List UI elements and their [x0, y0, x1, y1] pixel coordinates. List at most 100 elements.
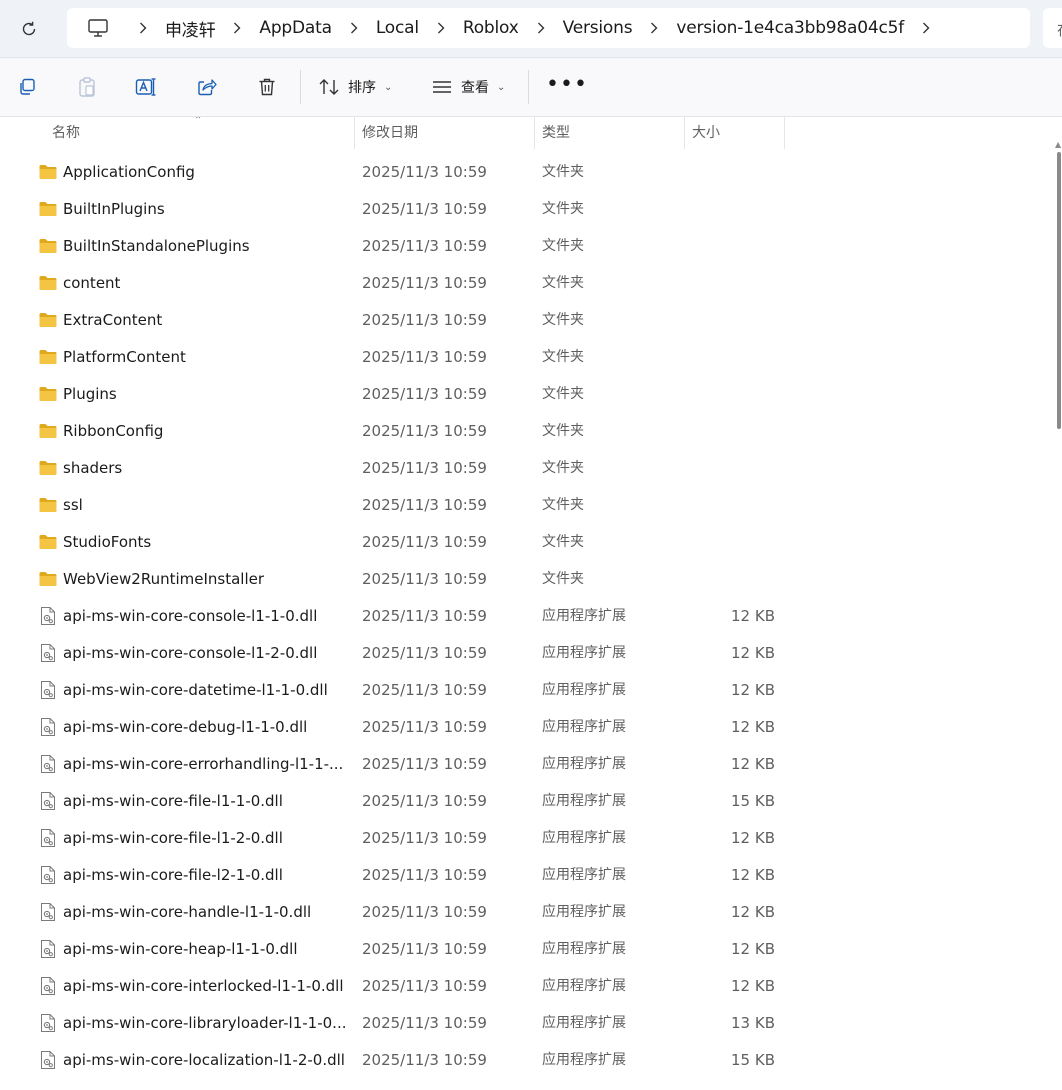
chevron-right-icon[interactable]: [223, 22, 251, 34]
dll-file-icon: [38, 791, 58, 811]
file-type: 文件夹: [542, 238, 584, 254]
scroll-up-arrow-icon[interactable]: ▲: [1055, 140, 1061, 149]
file-name: WebView2RuntimeInstaller: [63, 570, 265, 588]
column-header-type[interactable]: 类型: [542, 117, 570, 149]
view-button[interactable]: 查看 ⌄: [431, 72, 505, 102]
breadcrumb-item-roblox[interactable]: Roblox: [455, 18, 527, 38]
file-type: 文件夹: [542, 386, 584, 402]
folder-row[interactable]: ApplicationConfig 2025/11/3 10:59 文件夹: [10, 154, 1050, 191]
folder-row[interactable]: RibbonConfig 2025/11/3 10:59 文件夹: [10, 413, 1050, 450]
file-row[interactable]: api-ms-win-core-file-l1-2-0.dll 2025/11/3…: [10, 820, 1050, 857]
date-modified: 2025/11/3 10:59: [362, 866, 487, 884]
chevron-right-icon[interactable]: [640, 22, 668, 34]
file-row[interactable]: api-ms-win-core-errorhandling-l1-1-... 20…: [10, 746, 1050, 783]
file-row[interactable]: api-ms-win-core-file-l2-1-0.dll 2025/11/3…: [10, 857, 1050, 894]
file-row[interactable]: api-ms-win-core-file-l1-1-0.dll 2025/11/3…: [10, 783, 1050, 820]
copy-icon: [20, 78, 35, 95]
file-size: 13 KB: [731, 1014, 775, 1032]
folder-row[interactable]: StudioFonts 2025/11/3 10:59 文件夹: [10, 524, 1050, 561]
date-modified: 2025/11/3 10:59: [362, 755, 487, 773]
delete-button[interactable]: [252, 72, 282, 102]
date-modified: 2025/11/3 10:59: [362, 718, 487, 736]
file-row[interactable]: api-ms-win-core-debug-l1-1-0.dll 2025/11/…: [10, 709, 1050, 746]
scrollbar-thumb[interactable]: [1057, 152, 1061, 429]
file-row[interactable]: api-ms-win-core-heap-l1-1-0.dll 2025/11/3…: [10, 931, 1050, 968]
folder-row[interactable]: BuiltInStandalonePlugins 2025/11/3 10:59 文…: [10, 228, 1050, 265]
folder-icon: [38, 532, 58, 552]
dll-file-icon: [38, 754, 58, 774]
search-input[interactable]: 在: [1043, 8, 1062, 48]
this-pc-crumb[interactable]: [67, 18, 129, 38]
breadcrumb-item-appdata[interactable]: AppData: [251, 18, 339, 38]
dll-file-icon: [38, 1050, 58, 1070]
rename-button[interactable]: [131, 72, 161, 102]
file-type: 文件夹: [542, 312, 584, 328]
chevron-right-icon[interactable]: [912, 22, 940, 34]
share-button[interactable]: [192, 72, 222, 102]
date-modified: 2025/11/3 10:59: [362, 385, 487, 403]
folder-row[interactable]: Plugins 2025/11/3 10:59 文件夹: [10, 376, 1050, 413]
file-type: 应用程序扩展: [542, 682, 626, 698]
folder-row[interactable]: WebView2RuntimeInstaller 2025/11/3 10:59 文…: [10, 561, 1050, 598]
chevron-right-icon[interactable]: [427, 22, 455, 34]
folder-row[interactable]: ssl 2025/11/3 10:59 文件夹: [10, 487, 1050, 524]
folder-icon: [38, 458, 58, 478]
column-resize-handle[interactable]: [534, 117, 535, 149]
file-size: 12 KB: [731, 866, 775, 884]
sort-button[interactable]: 排序 ⌄: [318, 72, 392, 102]
file-type: 应用程序扩展: [542, 719, 626, 735]
breadcrumb-item-current-folder[interactable]: version-1e4ca3bb98a04c5f: [668, 18, 912, 38]
chevron-right-icon[interactable]: [527, 22, 555, 34]
dll-file-icon: [38, 606, 58, 626]
dll-file-icon: [38, 976, 58, 996]
paste-button[interactable]: [72, 72, 102, 102]
folder-row[interactable]: shaders 2025/11/3 10:59 文件夹: [10, 450, 1050, 487]
file-type: 文件夹: [542, 534, 584, 550]
file-type: 文件夹: [542, 460, 584, 476]
more-options-button[interactable]: •••: [546, 74, 588, 96]
toolbar-divider: [528, 70, 529, 104]
column-resize-handle[interactable]: [784, 117, 785, 149]
date-modified: 2025/11/3 10:59: [362, 1051, 487, 1069]
file-row[interactable]: api-ms-win-core-console-l1-2-0.dll 2025/1…: [10, 635, 1050, 672]
file-name: api-ms-win-core-interlocked-l1-1-0.dll: [63, 977, 344, 995]
sort-label: 排序: [348, 80, 376, 96]
file-row[interactable]: api-ms-win-core-localization-l1-2-0.dll 2…: [10, 1042, 1050, 1079]
file-row[interactable]: api-ms-win-core-handle-l1-1-0.dll 2025/11…: [10, 894, 1050, 931]
column-header-size[interactable]: 大小: [692, 117, 720, 149]
date-modified: 2025/11/3 10:59: [362, 237, 487, 255]
copy-button[interactable]: [12, 72, 42, 102]
file-row[interactable]: api-ms-win-core-libraryloader-l1-1-0... 2…: [10, 1005, 1050, 1042]
chevron-right-icon[interactable]: [129, 22, 157, 34]
file-name: api-ms-win-core-file-l1-1-0.dll: [63, 792, 283, 810]
folder-icon: [38, 421, 58, 441]
dll-file-icon: [38, 717, 58, 737]
column-header-modified[interactable]: 修改日期: [362, 117, 418, 149]
file-name: ApplicationConfig: [63, 163, 195, 181]
file-name: api-ms-win-core-errorhandling-l1-1-...: [63, 755, 344, 773]
folder-row[interactable]: PlatformContent 2025/11/3 10:59 文件夹: [10, 339, 1050, 376]
breadcrumb-item-user[interactable]: 申凌轩: [157, 16, 223, 41]
folder-row[interactable]: BuiltInPlugins 2025/11/3 10:59 文件夹: [10, 191, 1050, 228]
breadcrumb-item-versions[interactable]: Versions: [555, 18, 641, 38]
file-row[interactable]: api-ms-win-core-datetime-l1-1-0.dll 2025/…: [10, 672, 1050, 709]
file-row[interactable]: api-ms-win-core-console-l1-1-0.dll 2025/1…: [10, 598, 1050, 635]
folder-icon: [38, 199, 58, 219]
folder-row[interactable]: content 2025/11/3 10:59 文件夹: [10, 265, 1050, 302]
file-type: 应用程序扩展: [542, 793, 626, 809]
folder-row[interactable]: ExtraContent 2025/11/3 10:59 文件夹: [10, 302, 1050, 339]
file-type: 应用程序扩展: [542, 1015, 626, 1031]
column-header-name[interactable]: 名称: [52, 117, 80, 149]
address-field[interactable]: 申凌轩 AppData Local Roblox Versions versio…: [67, 8, 1030, 48]
chevron-right-icon[interactable]: [340, 22, 368, 34]
refresh-button[interactable]: [14, 14, 44, 44]
date-modified: 2025/11/3 10:59: [362, 422, 487, 440]
breadcrumb-item-local[interactable]: Local: [368, 18, 427, 38]
file-row[interactable]: api-ms-win-core-interlocked-l1-1-0.dll 20…: [10, 968, 1050, 1005]
file-type: 文件夹: [542, 349, 584, 365]
file-name: api-ms-win-core-datetime-l1-1-0.dll: [63, 681, 328, 699]
file-type: 应用程序扩展: [542, 867, 626, 883]
column-resize-handle[interactable]: [684, 117, 685, 149]
column-resize-handle[interactable]: [354, 117, 355, 149]
date-modified: 2025/11/3 10:59: [362, 348, 487, 366]
